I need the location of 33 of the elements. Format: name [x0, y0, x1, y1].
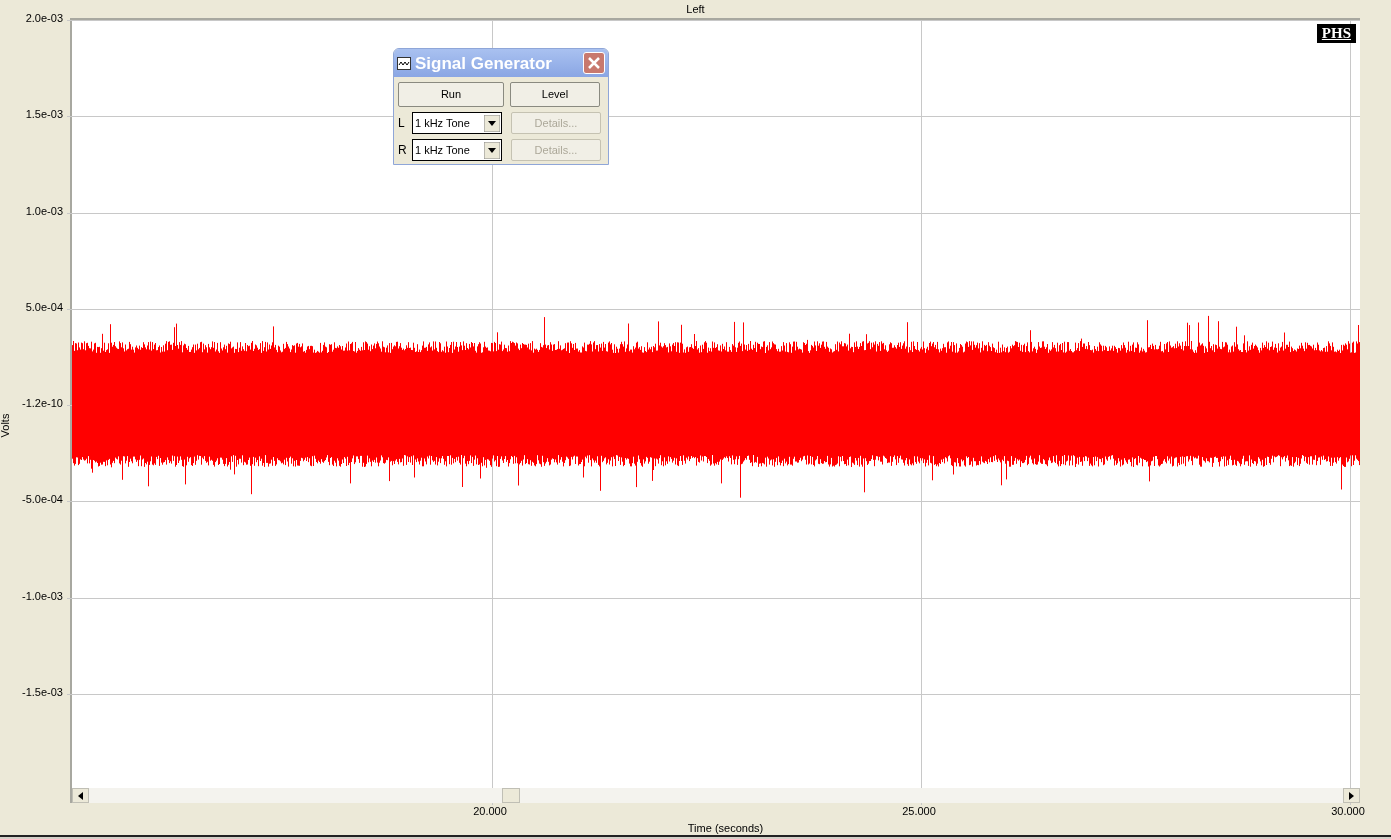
waveform-icon — [397, 56, 411, 70]
logo-badge: PHS — [1316, 24, 1356, 43]
dialog-title: Signal Generator — [415, 54, 553, 72]
left-triangle-icon — [78, 791, 83, 800]
close-icon — [588, 57, 600, 69]
waveform-dropdown[interactable]: 1 kHz Tone — [412, 139, 502, 161]
y-tick-label: -1.2e-10 — [22, 398, 63, 409]
y-tick-label: -1.5e-03 — [22, 686, 63, 698]
y-tick-label: 5.0e-04 — [25, 301, 63, 313]
x-tick-label: 20.000 — [473, 806, 507, 817]
scroll-right-button[interactable] — [1343, 788, 1360, 803]
dialog-button[interactable]: Level — [510, 82, 600, 107]
dropdown-arrow-icon — [484, 114, 500, 132]
y-tick-label: -1.0e-03 — [22, 590, 63, 602]
y-tick-label: 1.0e-03 — [25, 205, 63, 217]
dropdown-arrow-icon — [484, 141, 500, 159]
channel-label: R — [398, 142, 408, 159]
chart-title: Left — [686, 3, 705, 15]
dialog-button[interactable]: Run — [398, 82, 504, 107]
right-triangle-icon — [1349, 791, 1354, 800]
x-tick-label: 30.000 — [1331, 806, 1365, 817]
channel-label: L — [398, 115, 406, 132]
scroll-left-button[interactable] — [72, 788, 89, 803]
close-button[interactable] — [583, 52, 605, 74]
horizontal-scrollbar[interactable] — [72, 788, 1360, 803]
y-tick-label: 1.5e-03 — [25, 109, 63, 121]
x-tick-label: 25.000 — [902, 806, 936, 817]
y-tick-label: 2.0e-03 — [25, 13, 63, 24]
y-tick-label: -5.0e-04 — [22, 494, 63, 506]
scroll-thumb[interactable] — [502, 788, 520, 803]
x-axis-label: Time (seconds) — [687, 823, 764, 834]
y-axis-label: Volts — [0, 413, 12, 438]
waveform-dropdown[interactable]: 1 kHz Tone — [412, 112, 502, 134]
